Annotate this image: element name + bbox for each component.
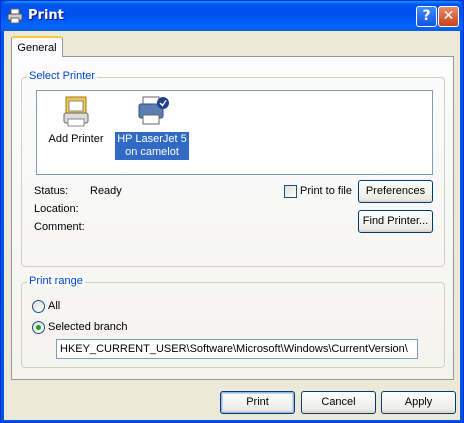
hp-printer-label: HP LaserJet 5 on camelot [115, 132, 189, 160]
select-printer-legend: Select Printer [27, 70, 98, 82]
print-to-file-checkbox[interactable] [284, 185, 297, 198]
help-button[interactable]: ? [416, 6, 437, 27]
printer-item-hp-laserjet[interactable]: HP LaserJet 5 on camelot [113, 95, 191, 160]
title-bar[interactable]: Print ? ✕ [1, 1, 463, 31]
print-dialog: Print ? ✕ General Select Printer Add Pri [0, 0, 464, 423]
window-title: Print [28, 8, 64, 23]
selected-branch-radio[interactable] [32, 321, 45, 334]
tab-panel-general: Select Printer Add Printer HP LaserJet 5… [11, 56, 454, 380]
comment-label: Comment: [34, 221, 85, 233]
add-printer-icon [63, 96, 89, 127]
branch-path-field[interactable]: HKEY_CURRENT_USER\Software\Microsoft\Win… [56, 339, 418, 359]
dialog-body: General Select Printer Add Printer HP La… [4, 31, 460, 420]
all-radio[interactable] [32, 300, 45, 313]
find-printer-button[interactable]: Find Printer... [358, 210, 433, 233]
print-range-group: Print range All Selected branch HKEY_CUR… [21, 275, 445, 368]
close-button[interactable]: ✕ [438, 6, 459, 27]
apply-button[interactable]: Apply [381, 391, 456, 414]
printer-list[interactable]: Add Printer HP LaserJet 5 on camelot [36, 90, 433, 175]
add-printer-item[interactable]: Add Printer [37, 95, 115, 147]
status-label: Status: [34, 185, 69, 197]
network-printer-icon [138, 96, 169, 125]
status-value: Ready [90, 185, 122, 197]
all-label[interactable]: All [48, 300, 60, 312]
location-label: Location: [34, 203, 79, 215]
radio-selected-dot [36, 325, 41, 330]
cancel-button[interactable]: Cancel [301, 391, 376, 414]
add-printer-label: Add Printer [48, 133, 104, 145]
printer-icon [7, 8, 23, 24]
preferences-button[interactable]: Preferences [358, 180, 433, 203]
print-range-legend: Print range [27, 275, 85, 287]
print-button[interactable]: Print [220, 391, 295, 414]
selected-branch-label[interactable]: Selected branch [48, 321, 128, 333]
tab-general[interactable]: General [11, 36, 63, 57]
print-to-file-label[interactable]: Print to file [300, 185, 352, 197]
select-printer-group: Select Printer Add Printer HP LaserJet 5… [21, 70, 445, 267]
